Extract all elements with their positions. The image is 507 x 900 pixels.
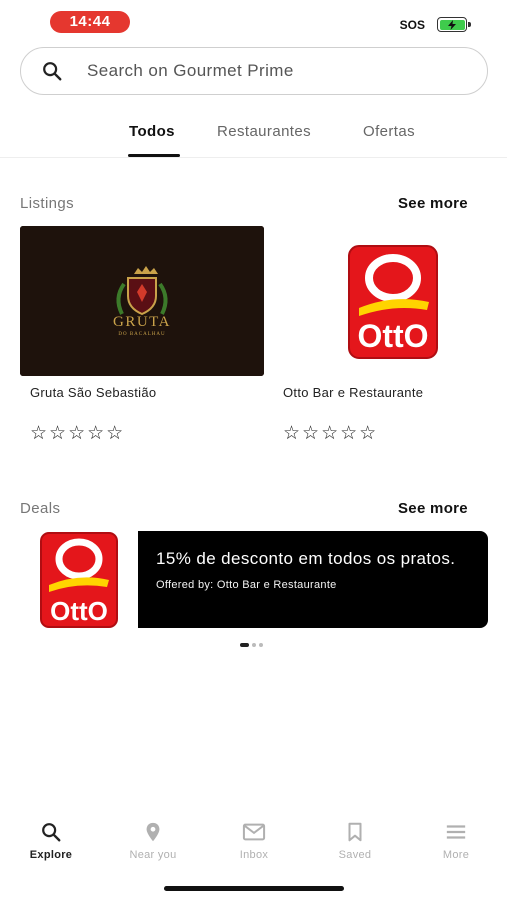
battery-icon (437, 17, 471, 32)
home-indicator[interactable] (164, 886, 344, 891)
search-input[interactable] (87, 61, 447, 81)
listings-title: Listings (20, 195, 75, 212)
deals-title: Deals (20, 500, 61, 517)
deals-pager (240, 643, 263, 647)
rating-stars-gruta: ☆☆☆☆☆ (30, 423, 126, 444)
listing-image-gruta[interactable]: GRUTA DO BACALHAU (20, 226, 264, 376)
pager-dot[interactable] (252, 643, 256, 647)
deal-logo-otto[interactable]: OttO (20, 530, 138, 628)
listing-image-otto[interactable]: OttO (283, 226, 507, 376)
nav-explore[interactable]: Explore (11, 815, 91, 861)
nav-label-inbox: Inbox (239, 849, 269, 861)
nav-inbox[interactable]: Inbox (214, 815, 294, 861)
location-pin-icon (146, 822, 160, 842)
nav-label-more: More (442, 849, 470, 861)
otto-logo-text: OttO (357, 318, 428, 354)
status-time: 14:44 (50, 11, 130, 33)
gruta-logo-text: GRUTA (113, 314, 171, 330)
deal-offered-by: Offered by: Otto Bar e Restaurante (156, 579, 337, 591)
otto-deal-logo: OttO (40, 532, 118, 628)
menu-icon (446, 825, 466, 839)
category-tabs: Todos Restaurantes Ofertas (0, 118, 507, 158)
gruta-logo: GRUTA DO BACALHAU (20, 226, 264, 376)
pager-dot[interactable] (240, 643, 249, 647)
nav-label-near-you: Near you (129, 849, 177, 861)
nav-label-saved: Saved (338, 849, 372, 861)
listings-see-more-link[interactable]: See more (398, 195, 468, 212)
search-icon (43, 62, 62, 81)
listing-name-otto[interactable]: Otto Bar e Restaurante (283, 385, 423, 400)
rating-stars-otto: ☆☆☆☆☆ (283, 423, 379, 444)
active-tab-indicator (128, 154, 180, 157)
status-bar: 14:44 SOS (0, 0, 507, 44)
nav-near-you[interactable]: Near you (113, 815, 193, 861)
otto-deal-logo-text: OttO (50, 596, 108, 626)
search-bar[interactable] (20, 47, 488, 95)
listing-name-gruta[interactable]: Gruta São Sebastião (30, 385, 156, 400)
otto-logo: OttO (348, 245, 438, 359)
tab-ofertas[interactable]: Ofertas (363, 123, 415, 140)
tab-todos[interactable]: Todos (129, 123, 175, 140)
gruta-logo-subtext: DO BACALHAU (118, 332, 165, 337)
nav-saved[interactable]: Saved (315, 815, 395, 861)
nav-label-explore: Explore (29, 849, 73, 861)
search-icon (42, 823, 61, 842)
nav-more[interactable]: More (416, 815, 496, 861)
mail-icon (242, 823, 266, 841)
deals-see-more-link[interactable]: See more (398, 500, 468, 517)
bookmark-icon (348, 822, 362, 842)
status-sos: SOS (399, 18, 425, 32)
deal-card[interactable]: 15% de desconto em todos os pratos. Offe… (138, 531, 488, 628)
bottom-nav: Explore Near you Inbox Saved More (0, 815, 507, 870)
deal-title: 15% de desconto em todos os pratos. (156, 549, 456, 568)
tab-restaurantes[interactable]: Restaurantes (217, 123, 311, 140)
pager-dot[interactable] (259, 643, 263, 647)
